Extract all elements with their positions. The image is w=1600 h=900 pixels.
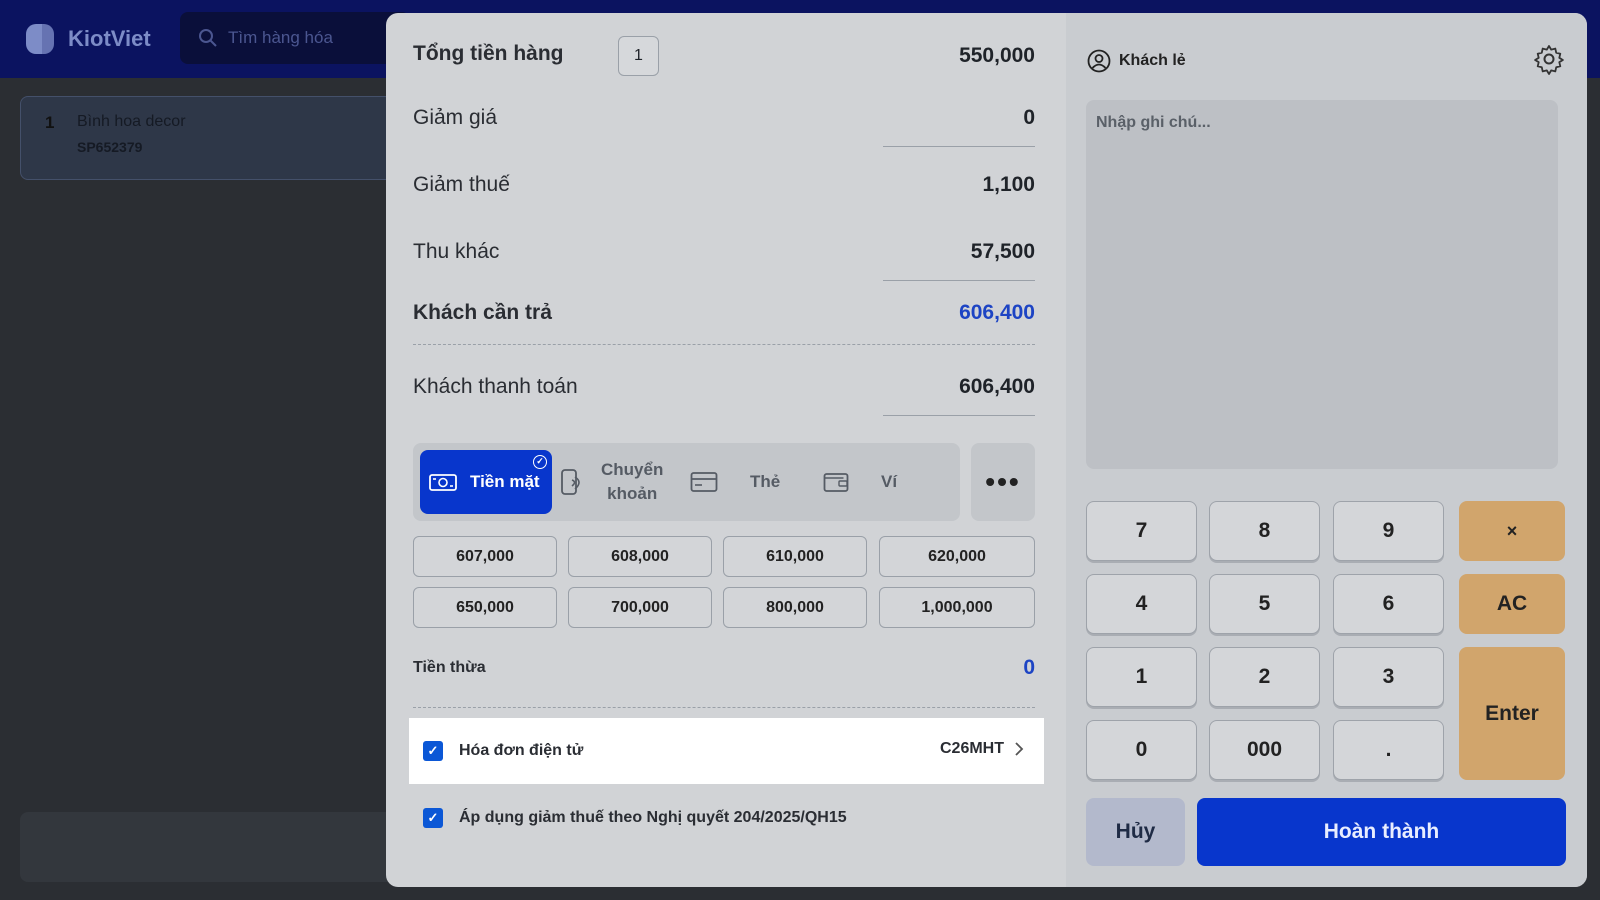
- transfer-icon: [561, 469, 580, 495]
- cart-item-index: 1: [45, 113, 55, 132]
- customer-paid-underline: [883, 415, 1035, 416]
- wallet-label: Ví: [881, 472, 898, 491]
- keypad-3[interactable]: 3: [1333, 647, 1444, 707]
- total-label: Tổng tiền hàng: [413, 42, 564, 66]
- product-search[interactable]: Tìm hàng hóa: [180, 12, 410, 64]
- tax-reduction-value: 1,100: [982, 173, 1035, 196]
- kiotviet-logo: KiotViet: [26, 22, 151, 56]
- amount-due-value: 606,400: [959, 301, 1035, 324]
- payment-method-wallet[interactable]: Ví: [823, 450, 897, 514]
- logo-icon: [26, 22, 60, 56]
- payment-method-card[interactable]: Thẻ: [690, 450, 780, 514]
- keypad-7[interactable]: 7: [1086, 501, 1197, 561]
- transfer-label: Chuyển khoản: [601, 458, 663, 506]
- total-qty-badge: 1: [617, 36, 659, 76]
- quick-amount-button[interactable]: 610,000: [723, 536, 867, 577]
- note-textarea[interactable]: Nhập ghi chú...: [1086, 100, 1558, 469]
- quick-amount-button[interactable]: 800,000: [723, 587, 867, 628]
- keypad-0[interactable]: 0: [1086, 720, 1197, 780]
- einvoice-checkbox[interactable]: ✓: [423, 741, 443, 761]
- change-label: Tiền thừa: [413, 659, 486, 676]
- discount-row[interactable]: Giảm giá 0: [413, 103, 1035, 147]
- amount-due-row: Khách cần trả 606,400: [413, 298, 1035, 328]
- total-row: Tổng tiền hàng 1 550,000: [413, 35, 1035, 77]
- cash-icon: [429, 474, 457, 491]
- search-placeholder: Tìm hàng hóa: [228, 28, 333, 47]
- tax-reduction-row: Giảm thuế 1,100: [413, 170, 1035, 200]
- keypad-clear[interactable]: AC: [1459, 574, 1565, 634]
- cart-footer: [20, 812, 400, 882]
- keypad-6[interactable]: 6: [1333, 574, 1444, 634]
- payment-method-cash[interactable]: Tiền mặt ✓: [420, 450, 552, 514]
- other-fee-row[interactable]: Thu khác 57,500: [413, 237, 1035, 281]
- keypad-1[interactable]: 1: [1086, 647, 1197, 707]
- change-row: Tiền thừa 0: [413, 653, 1035, 683]
- gear-icon[interactable]: [1533, 43, 1565, 75]
- payment-method-selector: Tiền mặt ✓ Chuyển khoản Thẻ Ví: [413, 443, 960, 521]
- tax-rule-row[interactable]: ✓ Áp dụng giảm thuế theo Nghị quyết 204/…: [423, 808, 847, 828]
- discount-label: Giảm giá: [413, 106, 498, 129]
- cart-item-code: SP652379: [77, 139, 143, 155]
- user-icon: [1087, 49, 1111, 73]
- discount-value[interactable]: 0: [1023, 106, 1035, 130]
- more-payment-methods-button[interactable]: •••: [971, 443, 1035, 521]
- keypad-enter[interactable]: Enter: [1459, 647, 1565, 780]
- keypad-2[interactable]: 2: [1209, 647, 1320, 707]
- other-fee-label: Thu khác: [413, 240, 500, 263]
- keypad-times[interactable]: ×: [1459, 501, 1565, 561]
- card-icon: [690, 472, 718, 492]
- tax-rule-checkbox[interactable]: ✓: [423, 808, 443, 828]
- keypad-9[interactable]: 9: [1333, 501, 1444, 561]
- transfer-label-line2: khoản: [607, 484, 658, 503]
- einvoice-label: Hóa đơn điện tử: [459, 742, 584, 759]
- tax-rule-label: Áp dụng giảm thuế theo Nghị quyết 204/20…: [459, 809, 847, 826]
- total-value: 550,000: [959, 44, 1035, 67]
- keypad-000[interactable]: 000: [1209, 720, 1320, 780]
- transfer-label-line1: Chuyển: [601, 460, 664, 479]
- keypad-5[interactable]: 5: [1209, 574, 1320, 634]
- keypad-8[interactable]: 8: [1209, 501, 1320, 561]
- einvoice-code: C26MHT: [939, 740, 1004, 757]
- customer-paid-row[interactable]: Khách thanh toán 606,400: [413, 372, 1035, 416]
- quick-amount-button[interactable]: 607,000: [413, 536, 557, 577]
- quick-amount-button[interactable]: 620,000: [879, 536, 1035, 577]
- complete-button[interactable]: Hoàn thành: [1197, 798, 1566, 866]
- change-value: 0: [1023, 656, 1035, 679]
- payment-method-transfer[interactable]: Chuyển khoản: [559, 450, 663, 514]
- einvoice-template[interactable]: C26MHT: [940, 740, 1024, 758]
- quick-amount-button[interactable]: 650,000: [413, 587, 557, 628]
- payment-summary-panel: Tổng tiền hàng 1 550,000 Giảm giá 0 Giảm…: [386, 13, 1066, 887]
- customer-name: Khách lẻ: [1119, 52, 1186, 69]
- cancel-button[interactable]: Hủy: [1086, 798, 1185, 866]
- wallet-icon: [823, 473, 849, 492]
- other-fee-value[interactable]: 57,500: [971, 240, 1035, 264]
- customer-selector[interactable]: Khách lẻ: [1087, 49, 1186, 73]
- selected-check-icon: ✓: [533, 455, 547, 469]
- quick-amount-button[interactable]: 608,000: [568, 536, 712, 577]
- search-icon: [199, 29, 217, 47]
- logo-text: KiotViet: [68, 26, 151, 51]
- divider: [413, 707, 1035, 708]
- customer-keypad-panel: Khách lẻ Nhập ghi chú... 7 8 9 × 4 5 6 A…: [1066, 13, 1587, 887]
- discount-underline: [883, 146, 1035, 147]
- card-label: Thẻ: [750, 472, 781, 491]
- other-fee-underline: [883, 280, 1035, 281]
- keypad-4[interactable]: 4: [1086, 574, 1197, 634]
- divider: [413, 344, 1035, 345]
- tax-reduction-label: Giảm thuế: [413, 173, 510, 196]
- customer-paid-value[interactable]: 606,400: [959, 375, 1035, 399]
- quick-amount-button[interactable]: 1,000,000: [879, 587, 1035, 628]
- cart-item[interactable]: 1 Bình hoa decor SP652379: [20, 96, 400, 180]
- keypad-dot[interactable]: .: [1333, 720, 1444, 780]
- chevron-right-icon: [1015, 742, 1024, 756]
- quick-amount-button[interactable]: 700,000: [568, 587, 712, 628]
- payment-modal: Tổng tiền hàng 1 550,000 Giảm giá 0 Giảm…: [386, 13, 1587, 887]
- customer-paid-label: Khách thanh toán: [413, 375, 578, 398]
- cash-label: Tiền mặt: [470, 472, 540, 491]
- amount-due-label: Khách cần trả: [413, 301, 552, 324]
- cart-item-name: Bình hoa decor: [77, 113, 186, 130]
- einvoice-row[interactable]: ✓ Hóa đơn điện tử C26MHT: [409, 718, 1044, 784]
